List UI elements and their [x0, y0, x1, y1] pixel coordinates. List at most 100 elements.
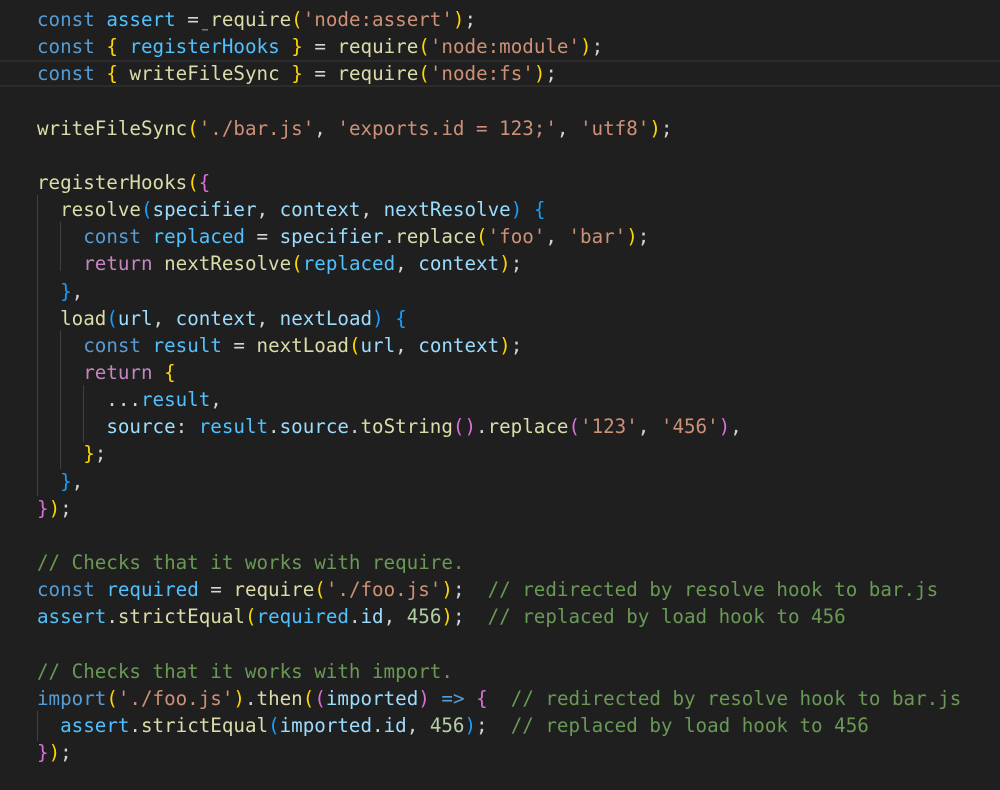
token-variable: url	[360, 333, 396, 357]
token-punctuation: ,	[383, 605, 407, 629]
token-bracket: (	[187, 116, 199, 140]
code-line[interactable]: });	[0, 739, 1000, 766]
token-function-name: nextResolve	[164, 252, 292, 276]
code-line[interactable]: const assert = require('node:assert');	[0, 6, 1000, 33]
token-control-keyword: return	[83, 252, 153, 276]
token-punctuation: ;	[545, 62, 557, 86]
token-punctuation	[280, 35, 292, 58]
code-line[interactable]: resolve(specifier, context, nextResolve)…	[0, 196, 1000, 223]
token-punctuation: .	[129, 713, 141, 737]
code-line[interactable]	[0, 522, 1000, 549]
token-variable: id	[360, 605, 384, 629]
token-bracket: {	[395, 306, 407, 330]
code-line[interactable]	[0, 87, 1000, 114]
token-punctuation	[37, 470, 60, 493]
token-keyword: const	[83, 225, 141, 249]
token-punctuation: ;	[510, 333, 523, 357]
token-bracket: }	[60, 469, 72, 493]
token-punctuation: =	[221, 333, 257, 357]
code-line-current[interactable]: const { writeFileSync } = require('node:…	[0, 60, 1000, 88]
token-function-name: load	[60, 306, 107, 330]
token-bracket: {	[476, 686, 488, 710]
code-line[interactable]: });	[0, 495, 1000, 522]
token-bracket: (	[106, 686, 118, 710]
token-punctuation	[522, 198, 534, 221]
code-line[interactable]: // Checks that it works with import.	[0, 658, 1000, 685]
token-comment: // redirected by resolve hook to bar.js	[510, 686, 962, 710]
token-punctuation: ,	[71, 279, 84, 303]
code-line[interactable]	[0, 630, 1000, 657]
code-line[interactable]: const replaced = specifier.replace('foo'…	[0, 223, 1000, 250]
code-line[interactable]: load(url, context, nextLoad) {	[0, 305, 1000, 332]
code-line[interactable]: source: result.source.toString().replace…	[0, 413, 1000, 440]
token-bracket: )	[718, 415, 731, 439]
token-punctuation: ;	[591, 35, 604, 59]
token-variable: source	[279, 415, 349, 439]
code-line[interactable]: // Checks that it works with require.	[0, 549, 1000, 576]
code-line[interactable]: const { registerHooks } = require('node:…	[0, 33, 1000, 60]
code-line[interactable]: const result = nextLoad(url, context);	[0, 332, 1000, 359]
token-punctuation	[37, 714, 60, 737]
token-punctuation	[280, 62, 292, 85]
token-punctuation: ,	[360, 198, 384, 222]
token-punctuation: :	[175, 415, 199, 439]
token-function-name: replace	[395, 225, 477, 249]
token-constant: assert	[37, 605, 107, 629]
code-line[interactable]: },	[0, 468, 1000, 495]
code-line-content: assert.strictEqual(required.id, 456); //…	[37, 603, 846, 630]
code-line[interactable]	[0, 142, 1000, 169]
code-line[interactable]: return {	[0, 359, 1000, 386]
token-punctuation: ,	[556, 116, 580, 140]
token-bracket: )	[649, 116, 661, 140]
token-bracket: (	[291, 252, 303, 276]
token-punctuation	[488, 687, 511, 710]
code-line[interactable]: registerHooks({	[0, 169, 1000, 196]
token-punctuation: ,	[256, 198, 280, 222]
token-variable: imported	[279, 713, 373, 737]
code-line[interactable]: ...result,	[0, 386, 1000, 413]
token-punctuation: .	[244, 686, 257, 710]
token-constant: replaced	[302, 252, 396, 276]
token-punctuation	[153, 361, 165, 384]
token-bracket: (	[291, 8, 303, 31]
token-keyword: const	[37, 62, 95, 86]
code-line-content: // Checks that it works with import.	[37, 658, 453, 685]
code-line[interactable]: const required = require('./foo.js'); //…	[0, 576, 1000, 603]
code-editor[interactable]: const assert = require('node:assert'); co…	[0, 0, 1000, 790]
token-keyword: const	[37, 35, 95, 59]
token-variable: url	[117, 306, 153, 330]
code-line[interactable]: return nextResolve(replaced, context);	[0, 250, 1000, 277]
token-function-name: writeFileSync	[129, 62, 280, 86]
code-line-content: };	[37, 440, 106, 467]
token-comment: // replaced by load hook to 456	[510, 713, 869, 737]
token-function-name: toString	[360, 415, 453, 439]
token-string-literal: 'node:module'	[429, 35, 581, 59]
token-bracket: )	[372, 306, 384, 330]
code-line[interactable]: import('./foo.js').then((imported) => { …	[0, 685, 1000, 712]
token-punctuation: ,	[637, 415, 661, 439]
token-bracket: )	[418, 686, 430, 710]
code-line[interactable]: };	[0, 440, 1000, 467]
token-bracket: )	[233, 686, 245, 710]
token-function-name: replace	[487, 415, 569, 439]
token-variable: specifier	[152, 198, 257, 222]
token-string-literal: 'foo'	[487, 225, 546, 249]
code-line[interactable]: assert.strictEqual(imported.id, 456); //…	[0, 712, 1000, 739]
token-bracket: (	[268, 713, 280, 737]
token-comment: // Checks that it works with import.	[37, 659, 453, 683]
code-line[interactable]: writeFileSync('./bar.js', 'exports.id = …	[0, 115, 1000, 142]
code-line-content: const result = nextLoad(url, context);	[37, 332, 522, 359]
code-line[interactable]: assert.strictEqual(required.id, 456); //…	[0, 603, 1000, 630]
token-punctuation: =	[302, 35, 338, 59]
token-constant: result	[152, 333, 222, 357]
token-punctuation	[37, 361, 83, 384]
code-line-content: const replaced = specifier.replace('foo'…	[37, 223, 649, 250]
token-string-literal: './foo.js'	[325, 578, 442, 602]
code-line-content: },	[37, 468, 83, 495]
token-punctuation	[153, 252, 165, 275]
code-line[interactable]: },	[0, 278, 1000, 305]
token-bracket: (	[476, 225, 488, 249]
token-bracket: {	[198, 170, 211, 194]
token-bracket: }	[291, 62, 303, 86]
code-line-content: registerHooks({	[37, 169, 210, 196]
